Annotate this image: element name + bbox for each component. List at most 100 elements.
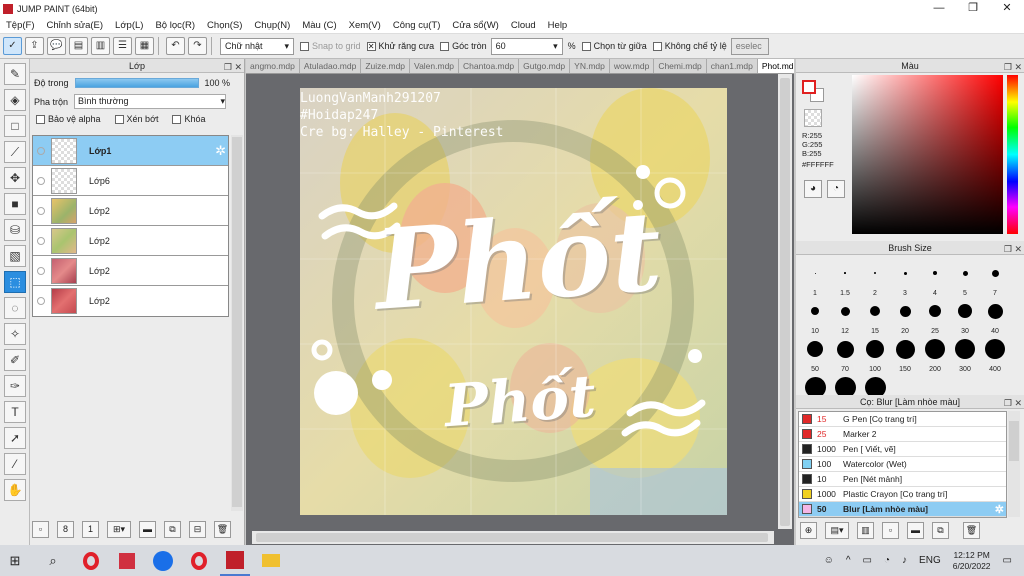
foreground-color-swatch[interactable] <box>802 80 816 94</box>
brush-size-400[interactable]: 400 <box>980 335 1010 373</box>
tab-chantoa[interactable]: Chantoa.mdp <box>459 59 520 73</box>
tab-wow[interactable]: wow.mdp <box>610 59 655 73</box>
brush-size-10[interactable]: 10 <box>800 297 830 335</box>
layer-scrollbar[interactable] <box>231 135 243 511</box>
tab-yn[interactable]: YN.mdp <box>570 59 610 73</box>
new-8bit-layer-icon[interactable]: 8 <box>57 521 74 538</box>
notifications-icon[interactable]: ▭ <box>1003 555 1012 566</box>
brush-item[interactable]: 1000 Plastic Crayon [Cọ trang trí] <box>799 487 1006 502</box>
list-icon[interactable]: ☰ <box>113 37 132 55</box>
new-layer-icon[interactable]: ▫ <box>32 521 49 538</box>
menu-window[interactable]: Cửa sổ(W) <box>446 20 504 31</box>
clock[interactable]: 12:12 PM 6/20/2022 <box>953 550 991 572</box>
brush-delete-icon[interactable]: 🗑 <box>963 522 980 539</box>
text-icon[interactable]: T <box>4 401 26 423</box>
brush-item[interactable]: 50 Blur [Làm nhòe màu] ✲ <box>799 502 1006 517</box>
zalo-icon[interactable] <box>148 545 178 576</box>
gradient-icon[interactable]: ▧ <box>4 245 26 267</box>
menu-file[interactable]: Tệp(F) <box>0 20 41 31</box>
new-1bit-layer-icon[interactable]: 1 <box>82 521 99 538</box>
gear-icon[interactable]: ✲ <box>215 143 226 159</box>
delete-icon[interactable]: 🗑 <box>214 521 231 538</box>
layer-item[interactable]: Lớp2 <box>33 286 228 316</box>
comment-icon[interactable]: 💬 <box>47 37 66 55</box>
brush-size-30[interactable]: 30 <box>950 297 980 335</box>
visibility-icon[interactable] <box>37 206 45 215</box>
select-eraser-icon[interactable]: ✑ <box>4 375 26 397</box>
menu-layer[interactable]: Lớp(L) <box>109 20 149 31</box>
rectangle-icon[interactable]: □ <box>4 115 26 137</box>
brush-size-2[interactable]: 2 <box>860 259 890 297</box>
minimize-button[interactable]: — <box>922 0 956 17</box>
tab-valen[interactable]: Valen.mdp <box>410 59 460 73</box>
brush-size-50[interactable]: 50 <box>800 335 830 373</box>
lasso-icon[interactable]: ◌ <box>4 297 26 319</box>
hue-slider[interactable] <box>1007 75 1018 234</box>
eyedropper-icon[interactable]: ⁄ <box>4 453 26 475</box>
brush-size-1.5[interactable]: 1.5 <box>830 259 860 297</box>
brush-size-200[interactable]: 200 <box>920 335 950 373</box>
layer-item[interactable]: Lớp2 <box>33 226 228 256</box>
opacity-slider[interactable] <box>74 77 199 88</box>
layer-item[interactable]: Lớp2 <box>33 196 228 226</box>
canvas-horizontal-scrollbar[interactable] <box>252 531 774 544</box>
brush-settings-icon[interactable]: ▥ <box>857 522 874 539</box>
brush-item[interactable]: 1000 Pen [ Viết, vẽ] <box>799 442 1006 457</box>
language-indicator[interactable]: ENG <box>919 555 941 566</box>
brush-item[interactable]: 10 Pen [Nét mảnh] <box>799 472 1006 487</box>
network-icon[interactable]: ◔ <box>884 555 890 566</box>
visibility-icon[interactable] <box>37 146 45 155</box>
protect-alpha-checkbox[interactable]: Bảo vệ alpha <box>36 114 101 124</box>
brush-copy-icon[interactable]: ▫ <box>882 522 899 539</box>
clip-checkbox[interactable]: Xén bớt <box>114 114 158 124</box>
shape-select[interactable]: Chữ nhật ▾ <box>220 37 294 55</box>
opera-icon[interactable] <box>76 545 106 576</box>
jump-paint-taskbar-icon[interactable] <box>220 545 250 576</box>
brush-size-25[interactable]: 25 <box>920 297 950 335</box>
add-layer-menu-icon[interactable]: ⊞▾ <box>107 521 131 538</box>
hand-icon[interactable]: ✋ <box>4 479 26 501</box>
tab-gutgo[interactable]: Gutgo.mdp <box>519 59 571 73</box>
eraser-icon[interactable]: ◈ <box>4 89 26 111</box>
brush-size-15[interactable]: 15 <box>860 297 890 335</box>
canvas-vertical-scrollbar[interactable] <box>778 74 792 529</box>
menu-select[interactable]: Chọn(S) <box>201 20 248 31</box>
brush-size-1[interactable]: 1 <box>800 259 830 297</box>
show-hidden-icon[interactable]: ^ <box>846 555 851 566</box>
brush-size-300[interactable]: 300 <box>950 335 980 373</box>
scroll-thumb[interactable] <box>780 78 790 526</box>
panel-close-icon[interactable]: ❐ ✕ <box>1004 60 1022 74</box>
folder-icon[interactable]: ▬ <box>139 521 156 538</box>
menu-view[interactable]: Xem(V) <box>343 20 387 31</box>
menu-cloud[interactable]: Cloud <box>505 20 542 31</box>
brush-size-5[interactable]: 5 <box>950 259 980 297</box>
search-icon[interactable]: ⌕ <box>38 545 68 576</box>
brush-item[interactable]: 25 Marker 2 <box>799 427 1006 442</box>
tab-phot[interactable]: Phot.mdp <box>757 59 794 73</box>
menu-filter[interactable]: Bộ lọc(R) <box>149 20 201 31</box>
brush-size-70[interactable]: 70 <box>830 335 860 373</box>
brush-size-20[interactable]: 20 <box>890 297 920 335</box>
volume-icon[interactable]: ♪ <box>902 555 907 566</box>
round-value-input[interactable]: 60 ▾ <box>490 37 563 55</box>
layer-item[interactable]: Lớp6 <box>33 166 228 196</box>
brush-size-12[interactable]: 12 <box>830 297 860 335</box>
transparent-swatch[interactable] <box>804 109 822 127</box>
deselect-button[interactable]: eselec <box>730 37 769 55</box>
menu-color[interactable]: Màu (C) <box>296 20 342 31</box>
gear-icon[interactable]: ✲ <box>995 503 1004 516</box>
scroll-thumb[interactable] <box>1009 421 1019 461</box>
snap-grid-checkbox[interactable]: Snap to grid <box>300 41 361 51</box>
tab-chemi[interactable]: Chemi.mdp <box>654 59 707 73</box>
move-icon[interactable]: ✥ <box>4 167 26 189</box>
document-icon[interactable]: ▥ <box>91 37 110 55</box>
palette-icon[interactable]: ◕ <box>804 180 822 198</box>
brush-size-100[interactable]: 100 <box>860 335 890 373</box>
opera-gx-icon[interactable] <box>184 545 214 576</box>
brush-size-150[interactable]: 150 <box>890 335 920 373</box>
battery-icon[interactable]: ▭ <box>863 555 872 566</box>
blend-select[interactable]: Bình thường ▾ <box>74 94 227 109</box>
select-center-checkbox[interactable]: Chọn từ giữa <box>581 41 647 51</box>
export-icon[interactable]: ⇪ <box>25 37 44 55</box>
panel-close-icon[interactable]: ❐ ✕ <box>224 60 242 74</box>
